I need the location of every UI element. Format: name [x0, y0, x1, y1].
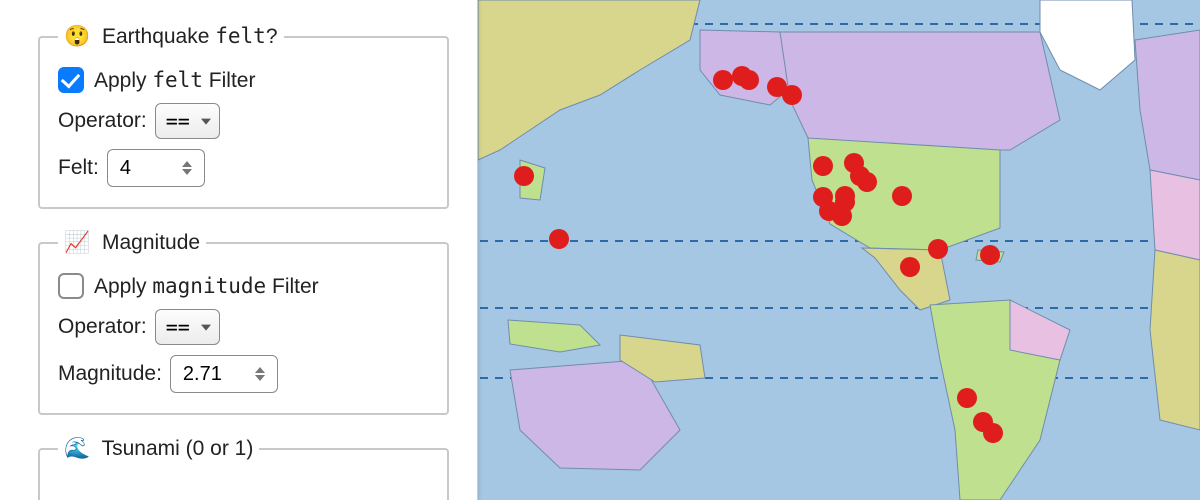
magnitude-value-input[interactable] [181, 362, 249, 387]
tsunami-filter-group: 🌊 Tsunami (0 or 1) [38, 437, 449, 500]
earthquake-marker[interactable] [928, 239, 948, 259]
earthquake-marker[interactable] [514, 166, 534, 186]
stepper-icon[interactable] [182, 153, 200, 183]
felt-value-label: Felt: [58, 156, 99, 180]
earthquake-marker[interactable] [983, 423, 1003, 443]
magnitude-apply-label[interactable]: Apply magnitude Filter [94, 274, 319, 299]
stepper-icon[interactable] [255, 359, 273, 389]
felt-operator-label: Operator: [58, 109, 147, 133]
magnitude-operator-select[interactable]: == [155, 309, 220, 345]
felt-apply-label[interactable]: Apply felt Filter [94, 68, 255, 93]
chart-icon: 📈 [64, 231, 90, 254]
magnitude-value-stepper[interactable] [170, 355, 278, 393]
tsunami-legend: 🌊 Tsunami (0 or 1) [58, 437, 259, 461]
astonished-icon: 😲 [64, 25, 90, 48]
earthquake-marker[interactable] [835, 192, 855, 212]
magnitude-operator-label: Operator: [58, 315, 147, 339]
magnitude-apply-checkbox[interactable] [58, 273, 84, 299]
earthquake-marker[interactable] [813, 156, 833, 176]
felt-operator-select[interactable]: == [155, 103, 220, 139]
earthquake-marker[interactable] [892, 186, 912, 206]
earthquake-marker[interactable] [713, 70, 733, 90]
wave-icon: 🌊 [64, 437, 90, 460]
magnitude-legend: 📈 Magnitude [58, 231, 206, 255]
felt-legend: 😲 Earthquake felt? [58, 24, 284, 49]
earthquake-marker[interactable] [980, 245, 1000, 265]
felt-value-input[interactable] [118, 156, 176, 181]
felt-apply-checkbox[interactable] [58, 67, 84, 93]
earthquake-marker[interactable] [549, 229, 569, 249]
earthquake-marker[interactable] [782, 85, 802, 105]
magnitude-value-label: Magnitude: [58, 362, 162, 386]
earthquake-marker[interactable] [857, 172, 877, 192]
earthquake-marker[interactable] [957, 388, 977, 408]
felt-filter-group: 😲 Earthquake felt? Apply felt Filter Ope… [38, 24, 449, 209]
magnitude-filter-group: 📈 Magnitude Apply magnitude Filter Opera… [38, 231, 449, 415]
earthquake-marker[interactable] [739, 70, 759, 90]
filter-panel: 😲 Earthquake felt? Apply felt Filter Ope… [0, 0, 478, 500]
felt-value-stepper[interactable] [107, 149, 205, 187]
earthquake-marker[interactable] [900, 257, 920, 277]
